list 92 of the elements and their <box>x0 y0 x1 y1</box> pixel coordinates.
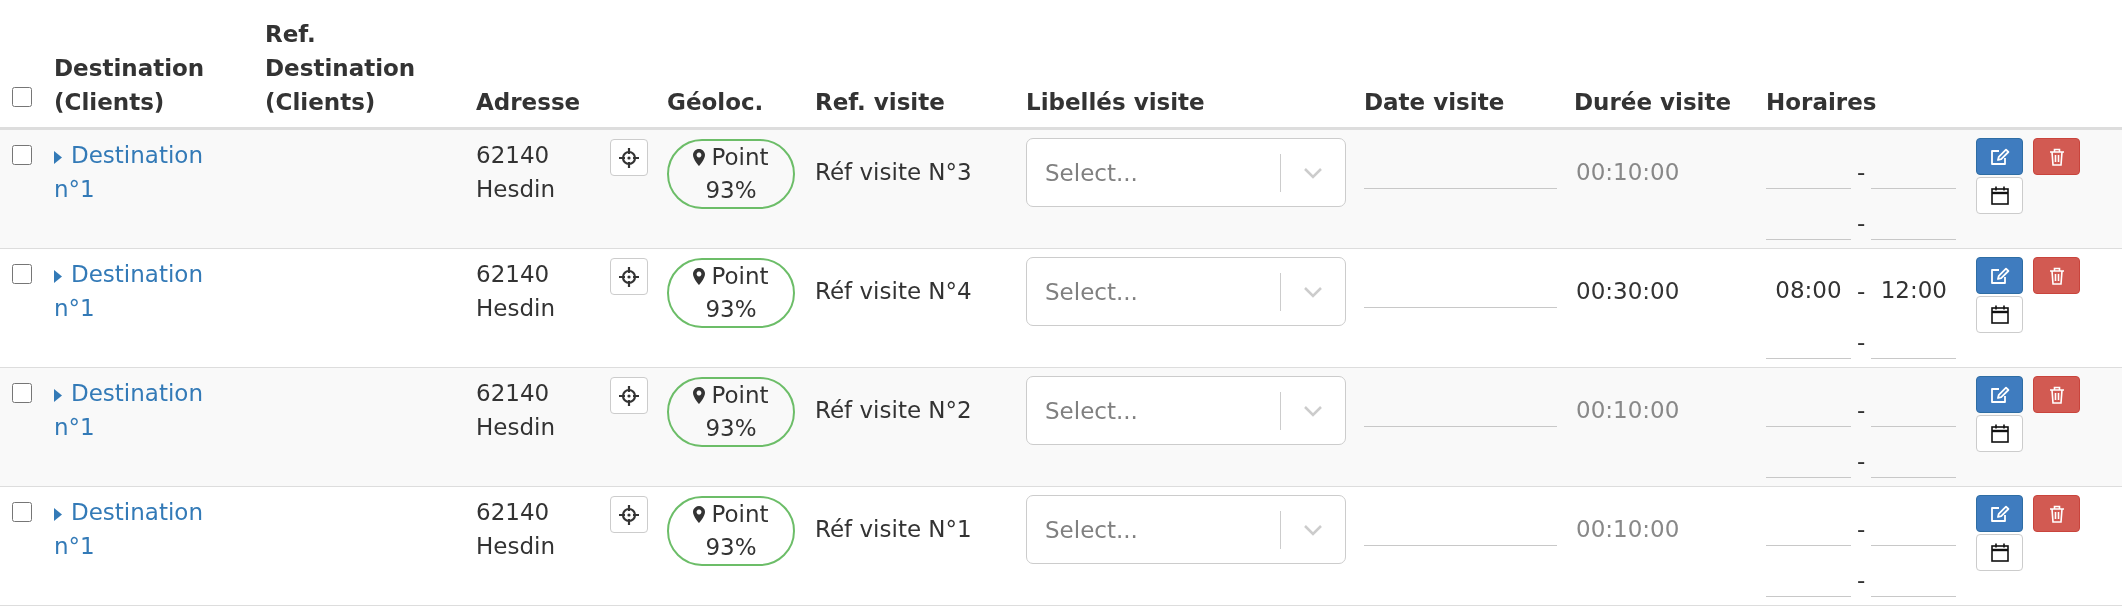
trash-icon <box>2048 385 2065 404</box>
locate-button[interactable] <box>610 258 648 295</box>
edit-icon <box>1989 503 2010 524</box>
duration-field[interactable]: 00:10:00 <box>1574 495 1704 546</box>
visit-label-select[interactable]: Select... <box>1026 376 1346 445</box>
visit-reference: Réf visite N°4 <box>815 278 972 304</box>
delete-button[interactable] <box>2033 257 2080 294</box>
edit-icon <box>1989 265 2010 286</box>
row-checkbox[interactable] <box>12 145 32 165</box>
geoloc-label: Point 93% <box>705 144 769 203</box>
visit-label-select[interactable]: Select... <box>1026 138 1346 207</box>
calendar-button[interactable] <box>1976 534 2023 571</box>
visit-label-select[interactable]: Select... <box>1026 257 1346 326</box>
duration-field[interactable]: 00:30:00 <box>1574 257 1704 308</box>
edit-icon <box>1989 384 2010 405</box>
map-pin-icon <box>693 268 706 285</box>
time-separator: - <box>1857 158 1866 187</box>
visit-reference: Réf visite N°2 <box>815 397 972 423</box>
visit-reference: Réf visite N°3 <box>815 159 972 185</box>
edit-button[interactable] <box>1976 495 2023 532</box>
destination-link[interactable]: Destination n°1 <box>54 138 212 206</box>
column-header: Ref. Destination (Clients) <box>265 21 416 115</box>
calendar-button[interactable] <box>1976 296 2023 333</box>
select-all-checkbox[interactable] <box>12 87 32 107</box>
crosshair-icon <box>619 266 639 287</box>
column-header: Ref. visite <box>815 89 945 115</box>
calendar-button[interactable] <box>1976 177 2023 214</box>
chevron-down-icon <box>1303 523 1323 536</box>
column-header: Libellés visite <box>1026 89 1205 115</box>
delete-button[interactable] <box>2033 138 2080 175</box>
destination-link[interactable]: Destination n°1 <box>54 495 212 563</box>
time-separator: - <box>1857 209 1866 238</box>
chevron-down-icon <box>1303 404 1323 417</box>
trash-icon <box>2048 504 2065 523</box>
map-pin-icon <box>693 387 706 404</box>
row-checkbox[interactable] <box>12 383 32 403</box>
geoloc-label: Point 93% <box>705 382 769 441</box>
visit-reference: Réf visite N°1 <box>815 516 972 542</box>
locate-button[interactable] <box>610 377 648 414</box>
start-time-field[interactable]: 08:00 <box>1766 257 1851 308</box>
time-separator: - <box>1857 566 1866 595</box>
calendar-icon <box>1990 543 2009 562</box>
address-text: 62140 Hesdin <box>476 379 555 442</box>
time-separator: - <box>1857 447 1866 476</box>
time-separator: - <box>1857 396 1866 425</box>
destination-link[interactable]: Destination n°1 <box>54 376 212 444</box>
caret-right-icon <box>54 389 62 402</box>
locate-button[interactable] <box>610 139 648 176</box>
column-header: Horaires <box>1766 89 1877 115</box>
address-text: 62140 Hesdin <box>476 141 555 204</box>
chevron-down-icon <box>1303 166 1323 179</box>
end-time-field[interactable]: 12:00 <box>1871 257 1957 308</box>
delete-button[interactable] <box>2033 495 2080 532</box>
chevron-down-icon <box>1303 285 1323 298</box>
caret-right-icon <box>54 151 62 164</box>
edit-icon <box>1989 146 2010 167</box>
edit-button[interactable] <box>1976 257 2023 294</box>
map-pin-icon <box>693 506 706 523</box>
destination-link[interactable]: Destination n°1 <box>54 257 212 325</box>
edit-button[interactable] <box>1976 376 2023 413</box>
trash-icon <box>2048 147 2065 166</box>
caret-right-icon <box>54 508 62 521</box>
geoloc-label: Point 93% <box>705 501 769 560</box>
time-separator: - <box>1857 328 1866 357</box>
column-header: Adresse <box>476 89 581 115</box>
trash-icon <box>2048 266 2065 285</box>
geoloc-label: Point 93% <box>705 263 769 322</box>
column-header: Date visite <box>1364 89 1505 115</box>
duration-field[interactable]: 00:10:00 <box>1574 376 1704 427</box>
calendar-icon <box>1990 305 2009 324</box>
delete-button[interactable] <box>2033 376 2080 413</box>
crosshair-icon <box>619 504 639 525</box>
visit-label-select[interactable]: Select... <box>1026 495 1346 564</box>
row-checkbox[interactable] <box>12 502 32 522</box>
locate-button[interactable] <box>610 496 648 533</box>
edit-button[interactable] <box>1976 138 2023 175</box>
address-text: 62140 Hesdin <box>476 260 555 323</box>
time-separator: - <box>1857 515 1866 544</box>
row-checkbox[interactable] <box>12 264 32 284</box>
crosshair-icon <box>619 385 639 406</box>
crosshair-icon <box>619 147 639 168</box>
calendar-icon <box>1990 424 2009 443</box>
column-header: Géoloc. <box>667 89 764 115</box>
calendar-icon <box>1990 186 2009 205</box>
calendar-button[interactable] <box>1976 415 2023 452</box>
map-pin-icon <box>693 149 706 166</box>
column-header: Durée visite <box>1574 89 1732 115</box>
caret-right-icon <box>54 270 62 283</box>
time-separator: - <box>1857 277 1866 306</box>
duration-field[interactable]: 00:10:00 <box>1574 138 1704 189</box>
address-text: 62140 Hesdin <box>476 498 555 561</box>
column-header: Destination (Clients) <box>54 55 205 115</box>
